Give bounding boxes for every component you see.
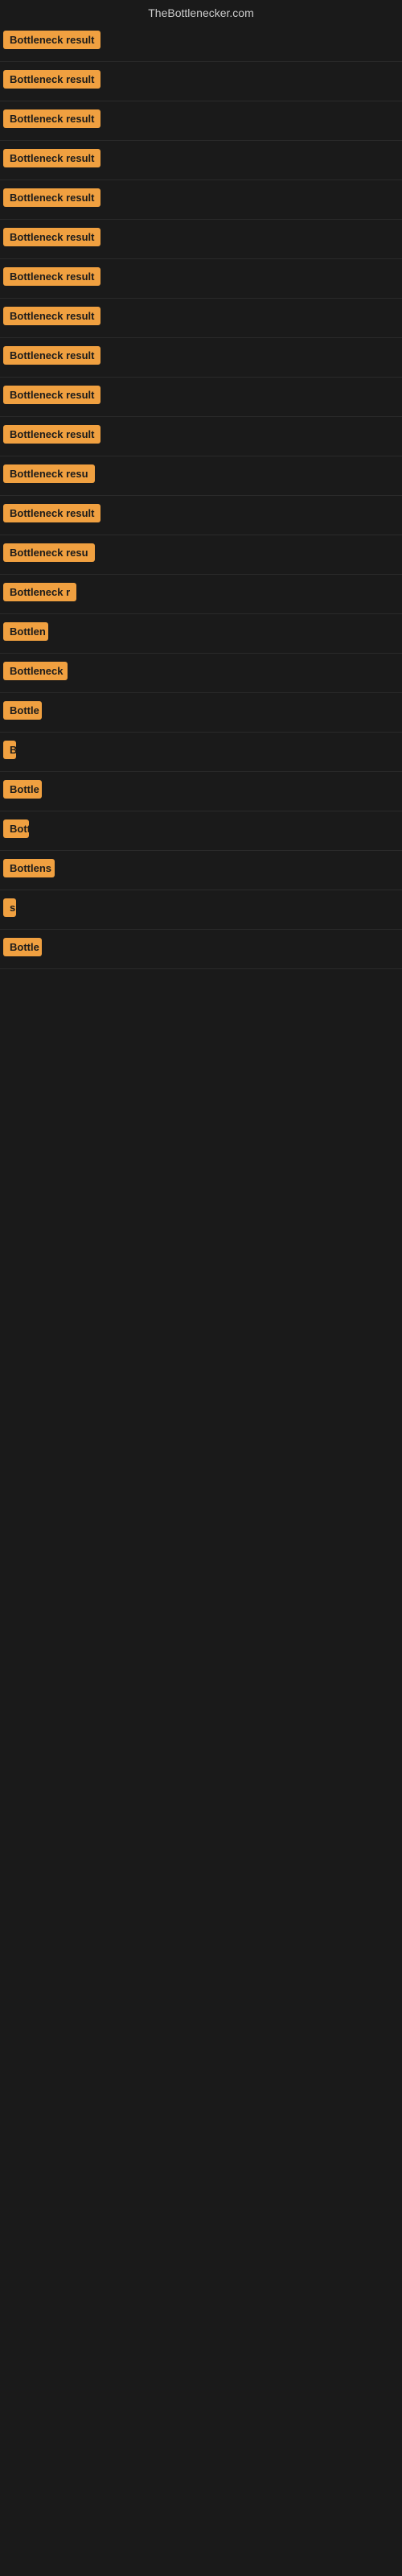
- bottleneck-badge[interactable]: Bottleneck result: [3, 267, 100, 286]
- bottleneck-badge[interactable]: Bottlens: [3, 859, 55, 877]
- bottleneck-badge[interactable]: Bottle: [3, 701, 42, 720]
- bottleneck-badge[interactable]: Bottleneck result: [3, 31, 100, 49]
- site-title-container: TheBottlenecker.com: [0, 0, 402, 23]
- result-row: Bott: [0, 811, 402, 851]
- bottleneck-badge[interactable]: Bottleneck result: [3, 386, 100, 404]
- bottleneck-badge[interactable]: Bottle: [3, 780, 42, 799]
- bottleneck-badge[interactable]: Bottle: [3, 938, 42, 956]
- result-row: s: [0, 890, 402, 930]
- result-row: Bottle: [0, 930, 402, 969]
- bottleneck-badge[interactable]: Bottleneck result: [3, 228, 100, 246]
- result-row: Bottleneck result: [0, 338, 402, 378]
- result-row: Bottleneck result: [0, 417, 402, 456]
- bottleneck-badge[interactable]: Bottleneck result: [3, 70, 100, 89]
- result-row: Bottleneck r: [0, 575, 402, 614]
- bottleneck-badge[interactable]: Bottleneck resu: [3, 543, 95, 562]
- result-row: B: [0, 733, 402, 772]
- results-container: Bottleneck result Bottleneck result Bottle…: [0, 23, 402, 969]
- result-row: Bottle: [0, 693, 402, 733]
- result-row: Bottleneck result: [0, 378, 402, 417]
- bottleneck-badge[interactable]: Bottleneck result: [3, 504, 100, 522]
- bottleneck-badge[interactable]: Bottleneck result: [3, 188, 100, 207]
- site-title: TheBottlenecker.com: [0, 0, 402, 23]
- result-row: Bottleneck result: [0, 299, 402, 338]
- bottleneck-badge[interactable]: Bott: [3, 819, 29, 838]
- bottleneck-badge[interactable]: Bottleneck r: [3, 583, 76, 601]
- result-row: Bottleneck result: [0, 496, 402, 535]
- result-row: Bottlens: [0, 851, 402, 890]
- result-row: Bottle: [0, 772, 402, 811]
- bottleneck-badge[interactable]: Bottleneck result: [3, 109, 100, 128]
- bottleneck-badge[interactable]: Bottleneck resu: [3, 464, 95, 483]
- bottleneck-badge[interactable]: B: [3, 741, 16, 759]
- bottleneck-badge[interactable]: Bottlen: [3, 622, 48, 641]
- result-row: Bottleneck result: [0, 101, 402, 141]
- result-row: Bottleneck result: [0, 23, 402, 62]
- result-row: Bottleneck resu: [0, 456, 402, 496]
- bottleneck-badge[interactable]: Bottleneck result: [3, 307, 100, 325]
- result-row: Bottleneck result: [0, 259, 402, 299]
- bottleneck-badge[interactable]: Bottleneck result: [3, 346, 100, 365]
- result-row: Bottleneck result: [0, 220, 402, 259]
- result-row: Bottleneck result: [0, 180, 402, 220]
- result-row: Bottleneck result: [0, 62, 402, 101]
- result-row: Bottleneck: [0, 654, 402, 693]
- result-row: Bottlen: [0, 614, 402, 654]
- bottleneck-badge[interactable]: Bottleneck result: [3, 425, 100, 444]
- bottleneck-badge[interactable]: Bottleneck result: [3, 149, 100, 167]
- result-row: Bottleneck result: [0, 141, 402, 180]
- result-row: Bottleneck resu: [0, 535, 402, 575]
- bottleneck-badge[interactable]: s: [3, 898, 16, 917]
- bottleneck-badge[interactable]: Bottleneck: [3, 662, 68, 680]
